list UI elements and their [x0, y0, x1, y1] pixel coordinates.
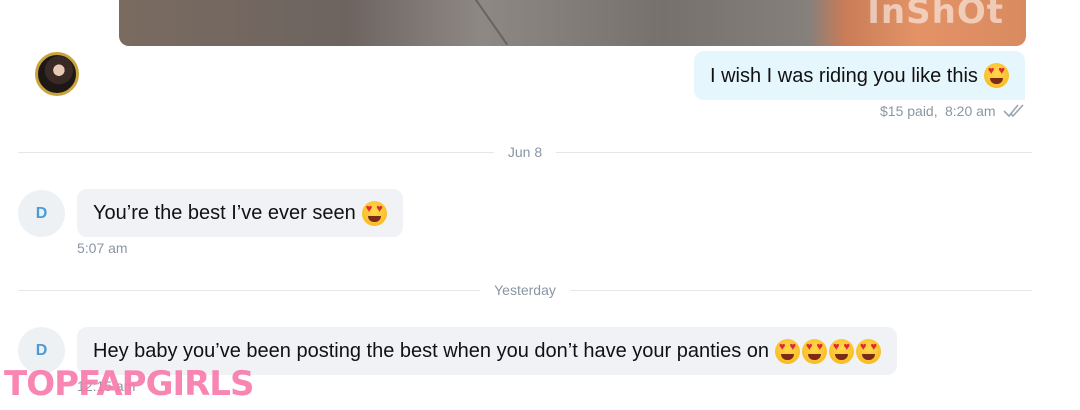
- message-price: $15 paid,: [880, 103, 938, 119]
- heart-eyes-emoji-icon: [983, 63, 1009, 88]
- incoming-message-text: You’re the best I’ve ever seen: [93, 202, 356, 224]
- heart-eyes-emoji-icon: [856, 338, 882, 364]
- outgoing-message-time: 8:20 am: [945, 103, 996, 119]
- inshot-watermark: InShOt: [867, 0, 1004, 32]
- double-check-icon: [1003, 104, 1024, 118]
- heart-eyes-emoji-icon: [361, 200, 387, 226]
- sender-avatar[interactable]: D: [18, 190, 65, 237]
- heart-eyes-emoji-icon: [802, 338, 828, 364]
- media-texture: [471, 0, 509, 46]
- incoming-message-bubble[interactable]: You’re the best I’ve ever seen: [77, 189, 403, 237]
- heart-eyes-emoji-icon: [775, 338, 801, 364]
- incoming-message-text: Hey baby you’ve been posting the best wh…: [93, 340, 770, 362]
- date-divider-label: Jun 8: [493, 144, 557, 160]
- incoming-message-time: 5:07 am: [77, 240, 128, 256]
- heart-eyes-emoji-icon: [829, 338, 855, 364]
- outgoing-message-text: I wish I was riding you like this: [710, 64, 978, 87]
- date-divider-label: Yesterday: [480, 282, 570, 298]
- media-preview[interactable]: InShOt: [119, 0, 1026, 46]
- sender-initial: D: [35, 341, 48, 359]
- outgoing-message-bubble[interactable]: I wish I was riding you like this: [694, 51, 1025, 100]
- sender-initial: D: [35, 204, 48, 222]
- creator-avatar[interactable]: [35, 52, 79, 96]
- site-watermark: TOPFAPGIRLS: [4, 364, 254, 404]
